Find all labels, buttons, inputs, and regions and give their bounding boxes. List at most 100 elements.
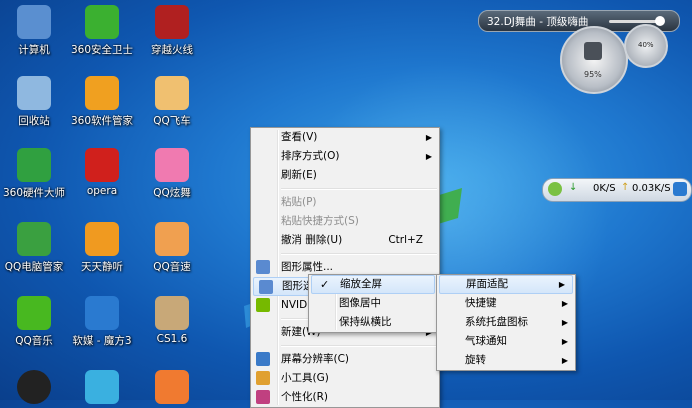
desktop-icon[interactable]: QQ炫舞 (138, 148, 206, 200)
desktop-icon[interactable]: QQ音乐 (0, 296, 68, 348)
desktop-icon-label: 软媒 - 魔方3 (72, 335, 132, 347)
menu-item[interactable]: 排序方式(O) ▶ (251, 147, 439, 166)
desktop-icon-label: QQ炫舞 (153, 187, 191, 199)
qq-pcmgr-icon (17, 222, 51, 256)
menu-item-label: 屏幕分辨率(C) (281, 353, 350, 365)
360-hardware-icon (17, 148, 51, 182)
menu-item-label: 个性化(R) (281, 391, 328, 403)
menu-item-label: 图形属性... (281, 261, 334, 273)
rubik-icon (85, 296, 119, 330)
submenu-arrow-icon: ▶ (425, 152, 432, 161)
menu-item[interactable]: 撤消 删除(U) Ctrl+Z (251, 231, 439, 250)
mem-percent: 95% (584, 70, 602, 79)
menu-item[interactable]: 保持纵横比 (309, 313, 437, 332)
desktop-icon[interactable]: 软媒 - 魔方3 (68, 296, 136, 348)
desktop-icon[interactable]: 回收站 (0, 76, 68, 128)
menu-item-label: 粘贴(P) (281, 196, 317, 208)
memory-meter-gadget[interactable]: 40% (624, 24, 668, 68)
desktop-icon[interactable]: 360硬件大师 (0, 148, 68, 200)
volume-knob[interactable] (655, 16, 665, 26)
desktop-icon[interactable]: 360安全卫士 (68, 5, 136, 57)
desktop-icon[interactable]: QQ电脑管家 (0, 222, 68, 274)
computer-icon (17, 5, 51, 39)
menu-item-label: 撤消 删除(U) (281, 234, 343, 246)
menu-item-label: 快捷键 (465, 297, 497, 309)
desktop-icon-label: QQ电脑管家 (4, 261, 64, 273)
panel-fit-submenu: 屏面适配 ▶ 快捷键 ▶ 系统托盘图标 ▶ 气球通知 ▶ 旋转 ▶ (436, 274, 576, 371)
menu-item[interactable]: 粘贴(P) (251, 193, 439, 212)
cs-icon (155, 296, 189, 330)
360-software-icon (85, 76, 119, 110)
net-logo-icon (548, 182, 562, 196)
menu-accelerator: Ctrl+Z (388, 234, 423, 246)
desktop-icon-partial-bird[interactable] (68, 370, 136, 404)
menu-item[interactable]: 系统托盘图标 ▶ (437, 313, 575, 332)
cpu-percent: 40% (638, 41, 654, 49)
menu-item[interactable]: 查看(V) ▶ (251, 128, 439, 147)
chip-icon (584, 42, 602, 60)
personalize-icon (256, 390, 270, 404)
desktop-icon[interactable]: opera (68, 148, 136, 197)
desktop-context-menu: 查看(V) ▶ 排序方式(O) ▶ 刷新(E) 粘贴(P) 粘贴快捷方式(S) 撤消 删除(U… (250, 127, 440, 408)
submenu-arrow-icon: ▶ (425, 133, 432, 142)
download-arrow-icon: ↓ (569, 182, 578, 193)
desktop-icon-label: 穿越火线 (151, 44, 193, 56)
desktop-icon[interactable]: 天天静听 (68, 222, 136, 274)
menu-item[interactable]: 图像居中 (309, 294, 437, 313)
desktop-icon[interactable]: 计算机 (0, 5, 68, 57)
menu-item[interactable]: 缩放全屏 ✓ (311, 275, 435, 294)
upload-arrow-icon: ↑ (621, 182, 630, 193)
qq-r2beat-icon (155, 222, 189, 256)
music-title: 32.DJ舞曲 - 顶级嗨曲 (487, 16, 589, 28)
submenu-arrow-icon: ▶ (561, 337, 568, 346)
cpu-meter-gadget[interactable]: 95% (560, 26, 628, 94)
submenu-arrow-icon: ▶ (561, 356, 568, 365)
menu-item[interactable]: 快捷键 ▶ (437, 294, 575, 313)
crossfire-icon (155, 5, 189, 39)
download-speed: 0K/S (593, 183, 616, 194)
menu-item[interactable]: 个性化(R) (251, 388, 439, 407)
desktop-icon-partial-smile[interactable] (138, 370, 206, 404)
nvidia-icon (256, 298, 270, 312)
opera-icon (85, 148, 119, 182)
desktop-icon[interactable]: 穿越火线 (138, 5, 206, 57)
desktop-icon[interactable]: 360软件管家 (68, 76, 136, 128)
qq-music-icon (17, 296, 51, 330)
menu-item[interactable]: 小工具(G) (251, 369, 439, 388)
submenu-arrow-icon: ▶ (561, 299, 568, 308)
desktop-icon-label: 360硬件大师 (2, 187, 66, 199)
qq-speed-icon (155, 76, 189, 110)
menu-item[interactable]: 刷新(E) (251, 166, 439, 185)
menu-item[interactable]: 屏面适配 ▶ (439, 275, 573, 294)
qq-dance-icon (155, 148, 189, 182)
menu-item-label: 刷新(E) (281, 169, 317, 181)
recycle-bin-icon (17, 76, 51, 110)
menu-item[interactable]: 气球通知 ▶ (437, 332, 575, 351)
menu-item[interactable]: 屏幕分辨率(C) (251, 350, 439, 369)
menu-item-label: 缩放全屏 (340, 278, 382, 290)
upload-speed: 0.03K/S (632, 183, 671, 194)
desktop-icon[interactable]: QQ飞车 (138, 76, 206, 128)
graphics-icon (256, 260, 270, 274)
desktop-icon-label: CS1.6 (156, 333, 188, 345)
desktop-icon-partial-penguin[interactable] (0, 370, 68, 404)
menu-item-label: 排序方式(O) (281, 150, 340, 162)
menu-item-label: 图像居中 (339, 297, 381, 309)
ie-icon[interactable] (673, 182, 687, 196)
qq-penguin-icon (17, 370, 51, 404)
gadget-icon (256, 371, 270, 385)
graphics-icon (259, 280, 273, 294)
menu-separator (281, 345, 437, 347)
menu-item[interactable]: 旋转 ▶ (437, 351, 575, 370)
360-guard-icon (85, 5, 119, 39)
menu-separator (281, 188, 437, 190)
desktop-icon[interactable]: CS1.6 (138, 296, 206, 345)
network-speed-widget[interactable]: ↓ 0K/S ↑ 0.03K/S (542, 178, 692, 202)
windows-logo-fragment (436, 188, 462, 224)
desktop-icon-label: 360软件管家 (70, 115, 134, 127)
desktop-icon[interactable]: QQ音速 (138, 222, 206, 274)
display-icon (256, 352, 270, 366)
desktop-icon-label: 天天静听 (81, 261, 123, 273)
menu-item-label: 系统托盘图标 (465, 316, 528, 328)
menu-item[interactable]: 粘贴快捷方式(S) (251, 212, 439, 231)
